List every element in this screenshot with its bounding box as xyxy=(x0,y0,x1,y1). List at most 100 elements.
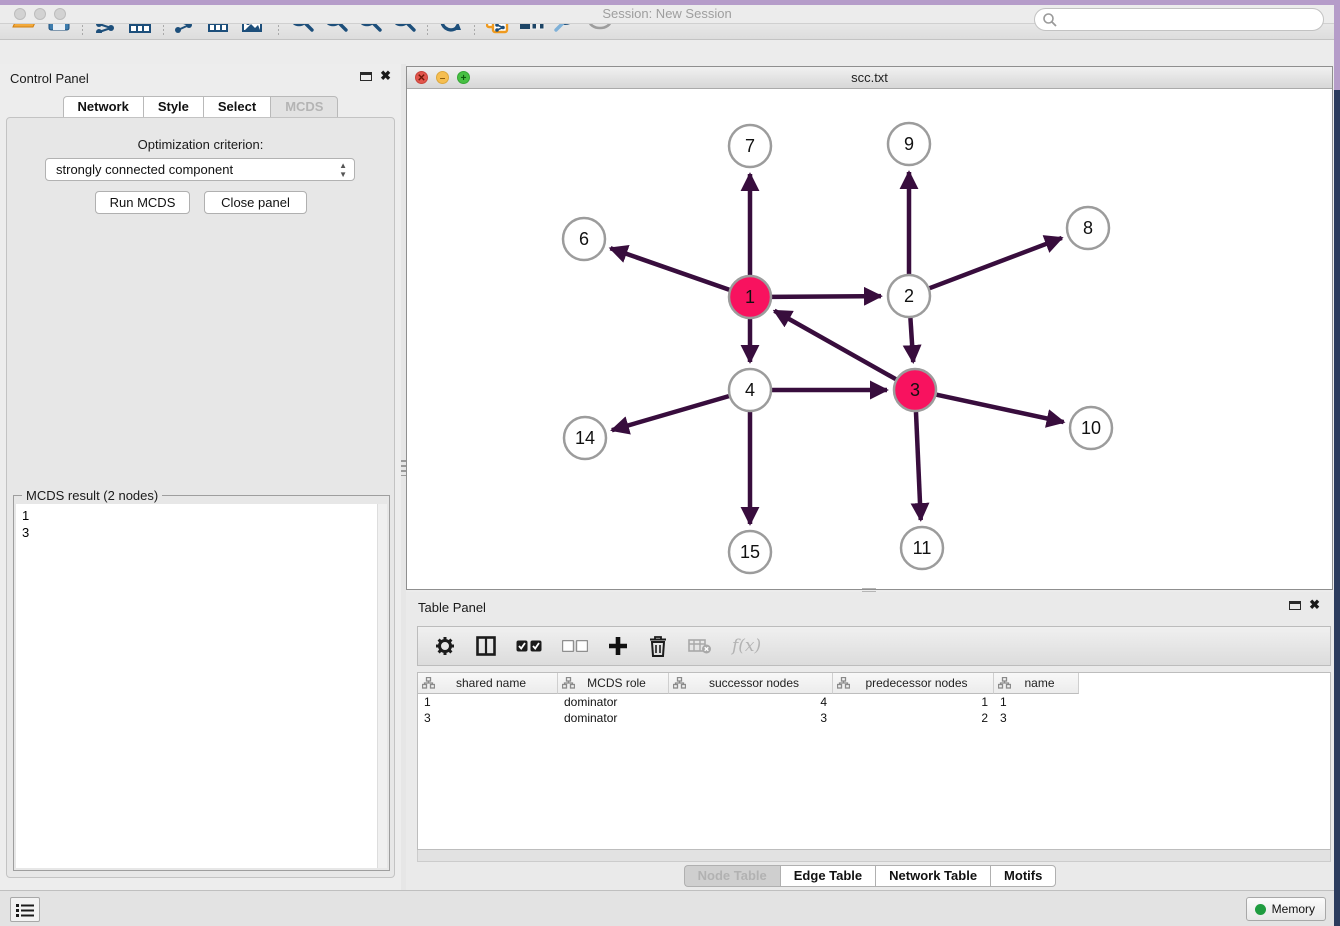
close-panel-button[interactable]: Close panel xyxy=(204,191,307,214)
svg-text:8: 8 xyxy=(1083,218,1093,238)
tab-select[interactable]: Select xyxy=(203,96,270,118)
run-mcds-button[interactable]: Run MCDS xyxy=(95,191,190,214)
graph-node-9[interactable]: 9 xyxy=(888,123,930,165)
network-graph[interactable]: 7 9 6 8 1 2 4 3 14 10 15 11 xyxy=(407,89,1332,589)
table-tabs: Node TableEdge TableNetwork TableMotifs xyxy=(406,865,1334,887)
list-icon xyxy=(16,903,34,917)
graph-node-11[interactable]: 11 xyxy=(901,527,943,569)
graph-node-4[interactable]: 4 xyxy=(729,369,771,411)
table-cell: 1 xyxy=(994,694,1079,710)
minimize-window-button[interactable] xyxy=(34,8,46,20)
mcds-result-group: MCDS result (2 nodes) 1 3 xyxy=(13,495,390,871)
table-row[interactable]: 3dominator323 xyxy=(418,710,1330,726)
node-table[interactable]: shared nameMCDS rolesuccessor nodesprede… xyxy=(417,672,1331,850)
column-header-MCDS-role[interactable]: MCDS role xyxy=(558,673,669,694)
search-field[interactable] xyxy=(1034,8,1324,31)
tab-motifs[interactable]: Motifs xyxy=(990,865,1056,887)
control-panel-title: Control Panel xyxy=(10,71,89,86)
network-canvas[interactable]: 7 9 6 8 1 2 4 3 14 10 15 11 xyxy=(407,89,1332,589)
svg-text:6: 6 xyxy=(579,229,589,249)
graph-node-2[interactable]: 2 xyxy=(888,275,930,317)
table-cell: 3 xyxy=(994,710,1079,726)
application-window: Session: New Session xyxy=(0,0,1334,40)
status-bar: Memory xyxy=(0,890,1334,926)
column-header-successor-nodes[interactable]: successor nodes xyxy=(669,673,833,694)
close-table-panel-icon[interactable]: ✖ xyxy=(1309,600,1320,610)
graph-node-10[interactable]: 10 xyxy=(1070,407,1112,449)
network-minimize-button[interactable]: – xyxy=(436,71,449,84)
add-column-icon[interactable] xyxy=(608,636,628,656)
table-row[interactable]: 1dominator411 xyxy=(418,694,1330,710)
network-close-button[interactable]: ✕ xyxy=(415,71,428,84)
memory-label: Memory xyxy=(1272,902,1315,916)
mcds-result-scrollbar[interactable] xyxy=(377,504,387,868)
graph-node-7[interactable]: 7 xyxy=(729,125,771,167)
maximize-window-button[interactable] xyxy=(54,8,66,20)
svg-text:4: 4 xyxy=(745,380,755,400)
svg-text:15: 15 xyxy=(740,542,760,562)
network-window-title: scc.txt xyxy=(407,67,1332,88)
table-scrollbar-strip[interactable] xyxy=(417,850,1331,862)
tab-node-table[interactable]: Node Table xyxy=(684,865,780,887)
float-table-panel-icon[interactable] xyxy=(1289,601,1301,610)
table-cell: 1 xyxy=(833,694,994,710)
graph-edge-3-11[interactable] xyxy=(916,412,921,520)
column-header-name[interactable]: name xyxy=(994,673,1079,694)
select-arrows-icon: ▲▼ xyxy=(339,161,347,179)
svg-text:9: 9 xyxy=(904,134,914,154)
select-all-icon[interactable] xyxy=(516,640,542,652)
graph-edge-1-2[interactable] xyxy=(772,296,881,297)
graph-node-8[interactable]: 8 xyxy=(1067,207,1109,249)
graph-edge-4-14[interactable] xyxy=(612,396,729,430)
graph-node-14[interactable]: 14 xyxy=(564,417,606,459)
graph-node-3[interactable]: 3 xyxy=(894,369,936,411)
table-cell: 4 xyxy=(669,694,833,710)
control-panel-tabs: NetworkStyleSelectMCDS xyxy=(0,96,401,118)
delete-table-icon[interactable] xyxy=(688,638,712,654)
mcds-panel: Optimization criterion: strongly connect… xyxy=(6,117,395,878)
mcds-result-text[interactable]: 1 3 xyxy=(16,504,377,868)
deselect-all-icon[interactable] xyxy=(562,640,588,652)
delete-column-trash-icon[interactable] xyxy=(648,635,668,657)
network-window-titlebar[interactable]: ✕ – + scc.txt xyxy=(407,67,1332,89)
function-builder-icon[interactable]: f(x) xyxy=(732,636,761,656)
settings-gear-icon[interactable] xyxy=(434,635,456,657)
memory-status-icon xyxy=(1255,904,1266,915)
column-header-predecessor-nodes[interactable]: predecessor nodes xyxy=(833,673,994,694)
tab-style[interactable]: Style xyxy=(143,96,203,118)
tab-edge-table[interactable]: Edge Table xyxy=(780,865,875,887)
show-column-icon[interactable] xyxy=(476,636,496,656)
memory-button[interactable]: Memory xyxy=(1246,897,1326,921)
table-cell: 3 xyxy=(418,710,558,726)
control-panel: Control Panel ✖ NetworkStyleSelectMCDS O… xyxy=(0,64,401,890)
node-table-header: shared nameMCDS rolesuccessor nodesprede… xyxy=(418,673,1330,694)
graph-edge-2-3[interactable] xyxy=(910,318,913,362)
float-panel-icon[interactable] xyxy=(360,72,372,81)
network-maximize-button[interactable]: + xyxy=(457,71,470,84)
tab-network[interactable]: Network xyxy=(63,96,143,118)
graph-edge-1-6[interactable] xyxy=(610,248,729,290)
table-cell: 1 xyxy=(418,694,558,710)
tab-mcds[interactable]: MCDS xyxy=(270,96,338,118)
table-panel: Table Panel ✖ xyxy=(406,592,1334,890)
search-input[interactable] xyxy=(1034,8,1324,31)
graph-edge-3-1[interactable] xyxy=(774,311,895,379)
graph-node-15[interactable]: 15 xyxy=(729,531,771,573)
graph-edge-2-8[interactable] xyxy=(930,238,1062,288)
graph-edge-3-10[interactable] xyxy=(937,395,1064,422)
table-cell: 2 xyxy=(833,710,994,726)
tab-network-table[interactable]: Network Table xyxy=(875,865,990,887)
table-cell: 3 xyxy=(669,710,833,726)
task-history-button[interactable] xyxy=(10,897,40,922)
traffic-lights[interactable] xyxy=(14,8,66,20)
svg-text:2: 2 xyxy=(904,286,914,306)
optimization-criterion-label: Optimization criterion: xyxy=(7,137,394,152)
control-panel-header: Control Panel ✖ xyxy=(0,64,401,94)
graph-node-6[interactable]: 6 xyxy=(563,218,605,260)
column-header-shared-name[interactable]: shared name xyxy=(418,673,558,694)
graph-node-1[interactable]: 1 xyxy=(729,276,771,318)
table-panel-title: Table Panel xyxy=(418,600,486,615)
close-panel-icon[interactable]: ✖ xyxy=(380,71,391,81)
criterion-select[interactable]: strongly connected component ▲▼ xyxy=(45,158,355,181)
close-window-button[interactable] xyxy=(14,8,26,20)
